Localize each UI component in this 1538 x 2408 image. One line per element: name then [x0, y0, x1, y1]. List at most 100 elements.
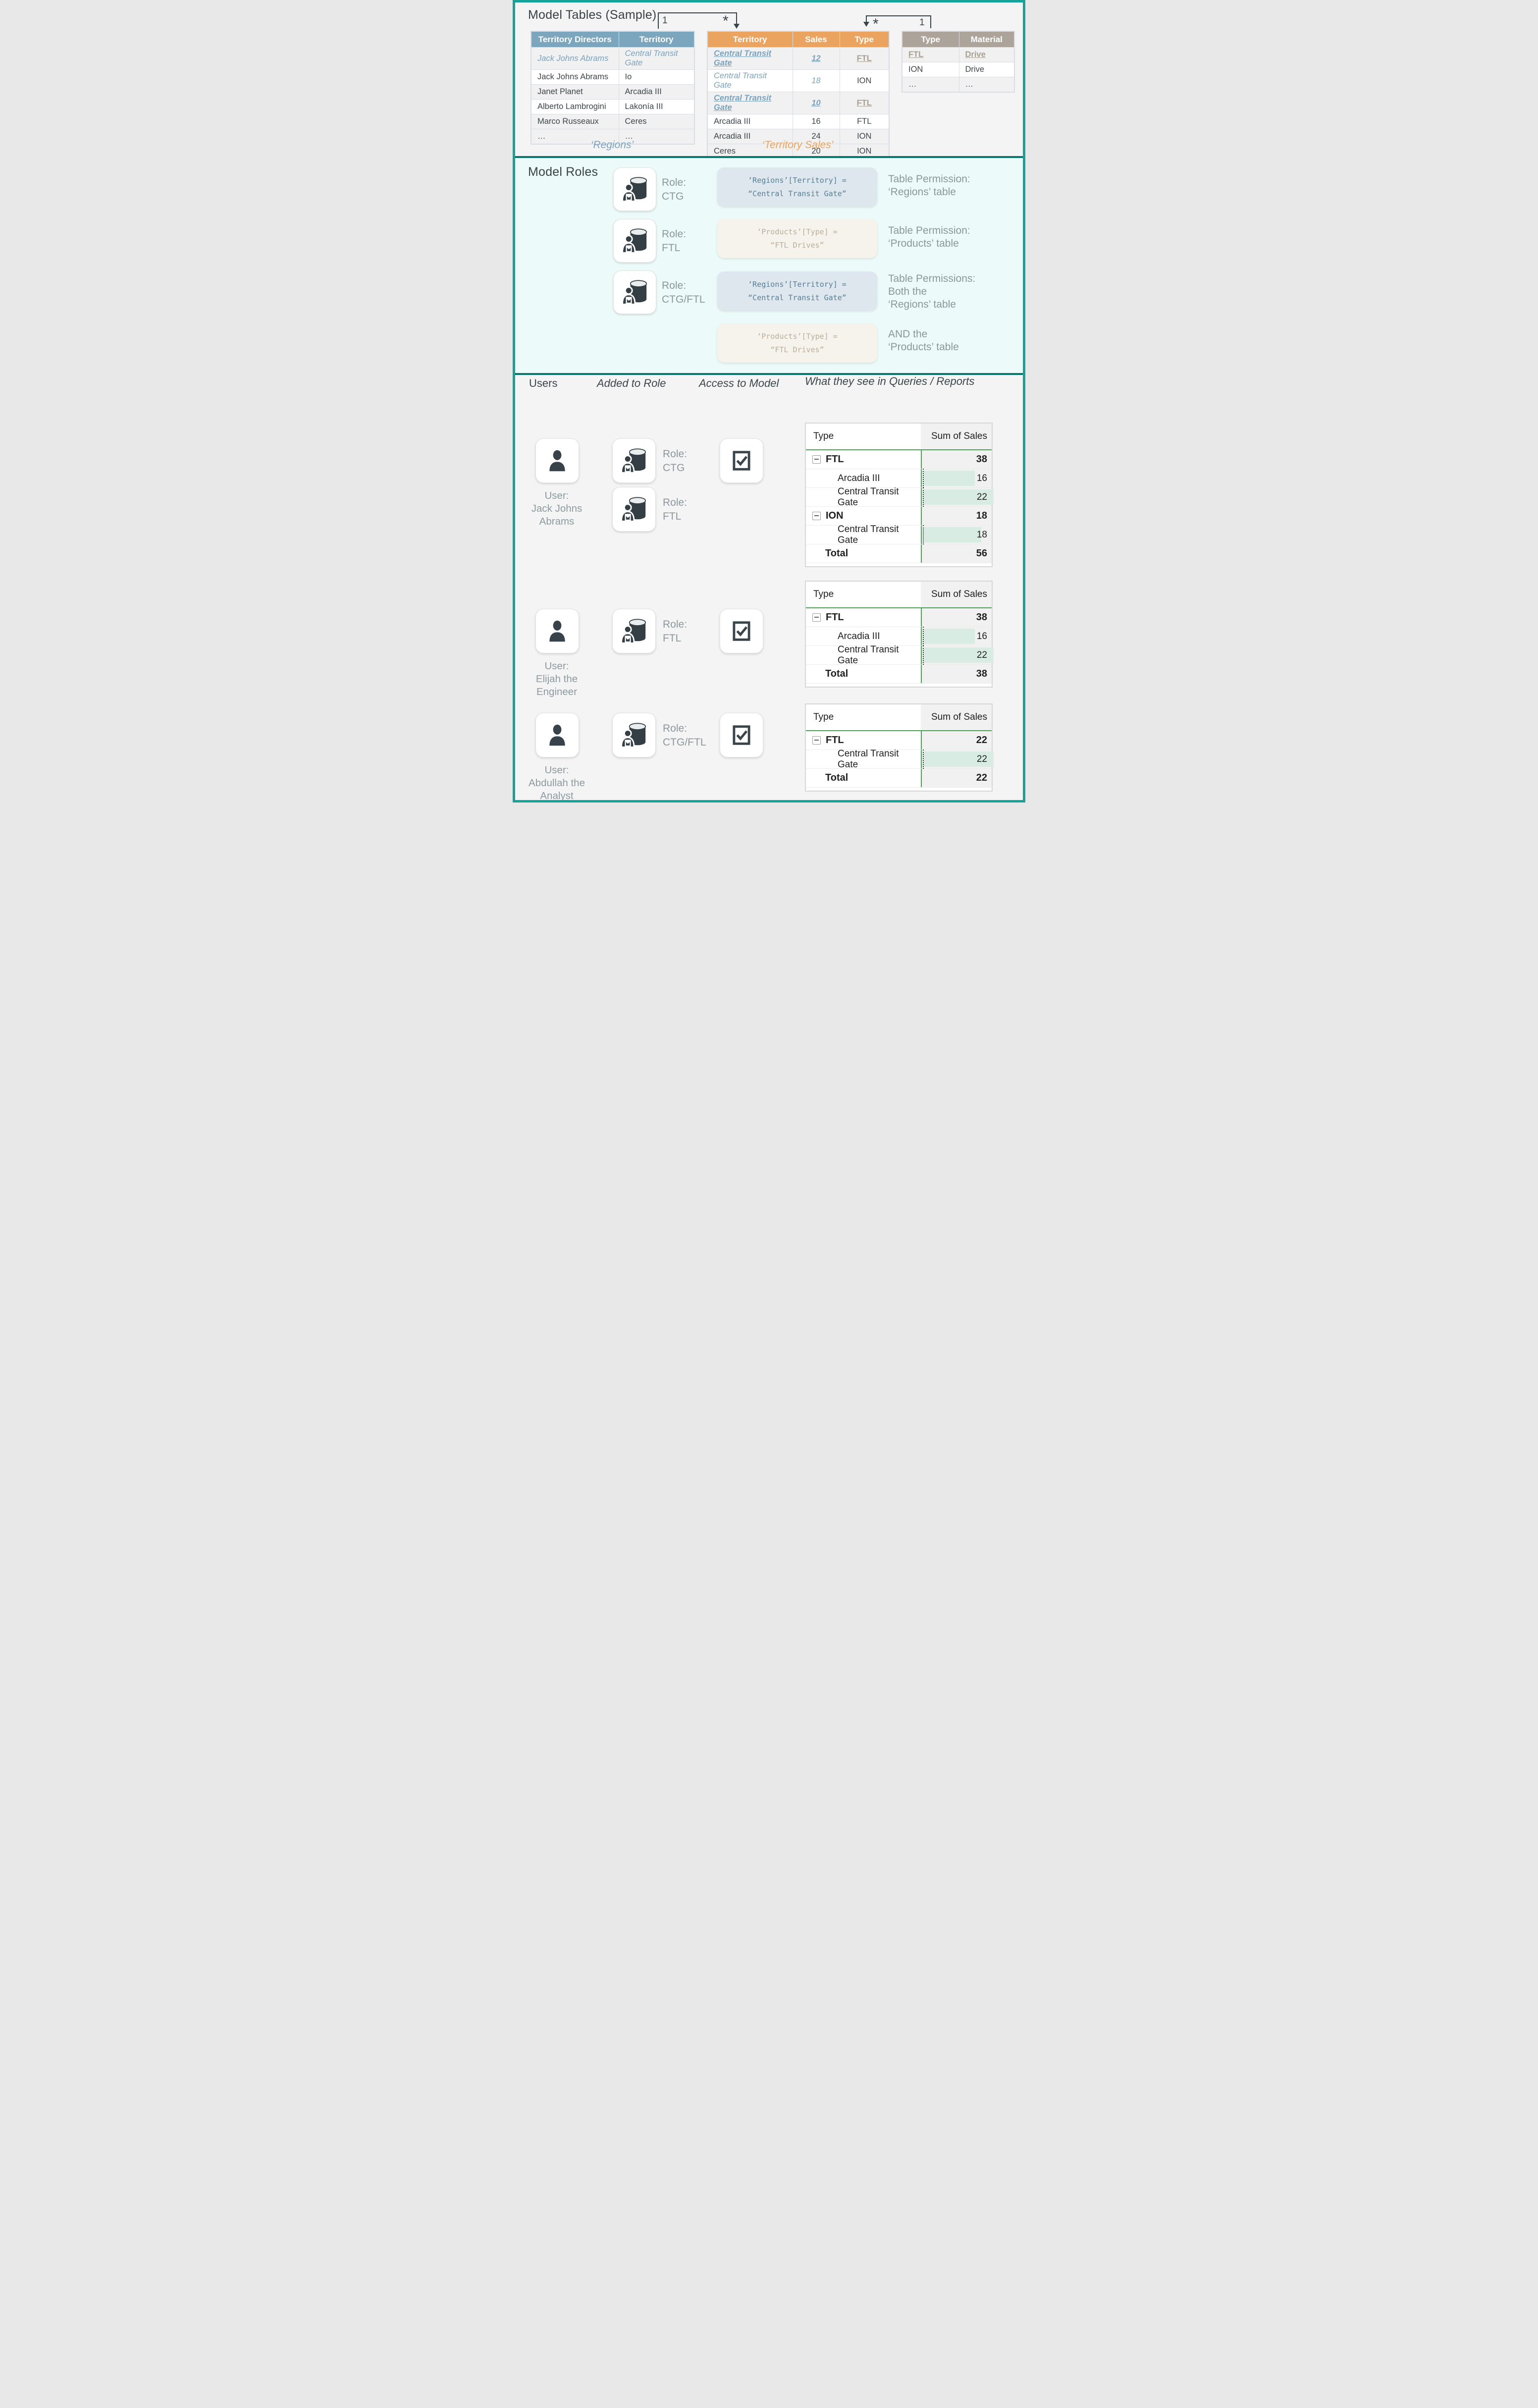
relationship-line-products-end [930, 15, 931, 28]
cell: FTL [840, 92, 889, 114]
role-icon-card [612, 609, 656, 653]
database-role-icon [621, 278, 649, 307]
cardinality-many-label: * [723, 15, 729, 27]
cardinality-one-label: 1 [662, 15, 668, 26]
report-group-row: FTL 22 [806, 731, 992, 750]
user-icon [543, 447, 571, 475]
arrow-down-icon [863, 22, 869, 27]
collapse-icon [812, 455, 821, 464]
table-row: Jack Johns Abrams Central Transit Gate [531, 48, 694, 70]
cell: Arcadia III [707, 114, 793, 129]
cell: FTL [902, 48, 959, 62]
database-role-icon [620, 721, 648, 749]
user-name-label: User: Jack Johns Abrams [521, 489, 593, 528]
table-row: Central Transit Gate 18 ION [707, 70, 889, 92]
table-header-row: Territory Directors Territory [531, 31, 694, 48]
added-to-role-column-header: Added to Role [597, 377, 666, 390]
cell: 18 [793, 70, 840, 92]
data-bar [924, 471, 975, 486]
cell: Central Transit Gate [707, 48, 793, 70]
users-column-header: Users [529, 377, 557, 390]
user-name-label: User: Elijah the Engineer [521, 660, 593, 698]
report-col-type: Type [806, 582, 921, 607]
role-icon-card [612, 713, 656, 757]
report-total-row: Total 22 [806, 769, 992, 788]
table-row: FTL Drive [902, 48, 1014, 62]
column-header: Type [902, 31, 959, 48]
table-row: Marco Russeaux Ceres [531, 114, 694, 129]
database-role-icon [621, 175, 649, 204]
user-icon [543, 617, 571, 645]
role-label: Role: FTL [663, 618, 687, 645]
role-icon-card [613, 219, 656, 263]
dax-filter-products: ‘Products’[Type] = “FTL Drives” [717, 219, 877, 258]
role-label: Role: CTG/FTL [663, 722, 706, 749]
regions-table: Territory Directors Territory Jack Johns… [530, 31, 695, 145]
reports-column-header: What they see in Queries / Reports [805, 375, 974, 388]
checked-checkbox-icon [728, 618, 755, 644]
report-detail-row: Central Transit Gate 22 [806, 646, 992, 665]
relationship-line-products-arrow-stem [866, 15, 867, 22]
access-granted-card [720, 438, 763, 483]
cell: FTL [840, 48, 889, 70]
table-row: … … [902, 77, 1014, 93]
report-detail-row: Central Transit Gate 22 [806, 488, 992, 507]
database-role-icon [620, 617, 648, 645]
role-icon-card [613, 167, 656, 211]
cell: ION [840, 70, 889, 92]
database-role-icon [620, 446, 648, 475]
cell: Lakonía III [619, 100, 694, 114]
cell: Drive [959, 48, 1014, 62]
collapse-icon [812, 736, 821, 745]
role-icon-card [612, 487, 656, 532]
collapse-icon [812, 613, 821, 622]
cell: Marco Russeaux [531, 114, 619, 129]
model-roles-title: Model Roles [528, 165, 598, 179]
cell: ION [902, 62, 959, 77]
cell: 16 [793, 114, 840, 129]
user-icon-card [535, 609, 579, 653]
table-header-row: Type Material [902, 31, 1014, 48]
report-group-row: ION 18 [806, 507, 992, 526]
report-col-type: Type [806, 424, 921, 449]
cell: Drive [959, 62, 1014, 77]
report-total-row: Total 56 [806, 544, 992, 563]
role-label: Role: CTG [662, 176, 686, 204]
cell: Ceres [619, 114, 694, 129]
access-to-model-column-header: Access to Model [699, 377, 779, 390]
relationship-line-regions-end [658, 12, 659, 29]
user-name-label: User: Abdullah the Analyst [521, 764, 593, 803]
pivot-report-abdullah: Type Sum of Sales FTL 22 Central Transit… [805, 703, 993, 792]
pivot-report-jack: Type Sum of Sales FTL 38 Arcadia III 16 … [805, 423, 993, 567]
cell: … [902, 77, 959, 93]
access-granted-card [720, 609, 763, 653]
role-label: Role: FTL [663, 496, 687, 524]
dax-filter-products: ‘Products’[Type] = “FTL Drives” [717, 323, 877, 363]
column-header: Territory [619, 31, 694, 48]
cardinality-one-label: 1 [919, 17, 925, 28]
report-col-sum: Sum of Sales [921, 704, 992, 730]
report-total-row: Total 38 [806, 665, 992, 684]
cell: Jack Johns Abrams [531, 70, 619, 85]
report-detail-row: Central Transit Gate 18 [806, 526, 992, 544]
products-table: Type Material FTL Drive ION Drive … … [902, 31, 1015, 93]
dax-filter-regions: ‘Regions’[Territory] = “Central Transit … [717, 271, 877, 311]
pivot-report-elijah: Type Sum of Sales FTL 38 Arcadia III 16 … [805, 581, 993, 688]
table-header-row: Territory Sales Type [707, 31, 889, 48]
access-granted-card [720, 713, 763, 757]
cell: Central Transit Gate [707, 70, 793, 92]
checked-checkbox-icon [728, 722, 755, 749]
report-header: Type Sum of Sales [806, 424, 992, 450]
cell: … [959, 77, 1014, 93]
report-header: Type Sum of Sales [806, 704, 992, 731]
table-row: Central Transit Gate 12 FTL [707, 48, 889, 70]
table-row: ION Drive [902, 62, 1014, 77]
database-role-icon [621, 226, 649, 255]
table-row: Central Transit Gate 10 FTL [707, 92, 889, 114]
report-detail-row: Central Transit Gate 22 [806, 750, 992, 769]
column-header: Type [840, 31, 889, 48]
table-row: Alberto Lambrogini Lakonía III [531, 100, 694, 114]
report-detail-row: Arcadia III 16 [806, 469, 992, 488]
table-row: Jack Johns Abrams Io [531, 70, 694, 85]
cell: FTL [840, 114, 889, 129]
